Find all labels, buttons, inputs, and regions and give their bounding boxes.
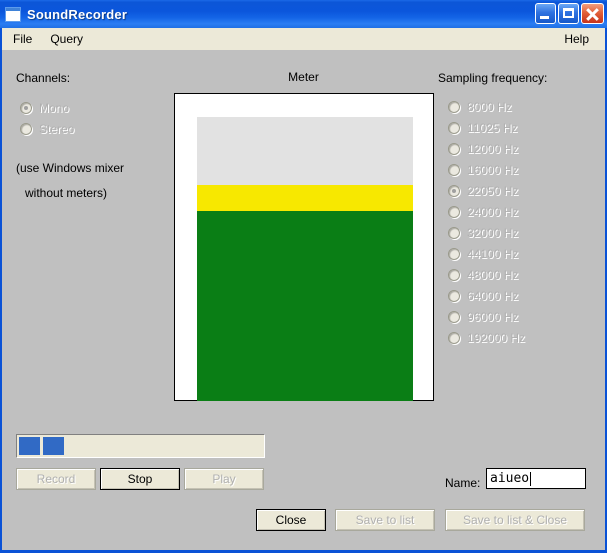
radio-freq-8000-dot <box>448 101 460 113</box>
title-bar: SoundRecorder <box>0 0 607 28</box>
radio-stereo-label: Stereo <box>39 122 75 136</box>
radio-freq-192000[interactable]: 192000 Hz <box>448 331 525 345</box>
menu-item-query[interactable]: Query <box>43 30 90 48</box>
radio-mono-label: Mono <box>39 101 70 115</box>
progress-chunk <box>43 437 64 455</box>
radio-freq-192000-dot <box>448 332 460 344</box>
meter-segment-headroom <box>197 117 413 185</box>
mixer-note-line-2: without meters) <box>25 186 108 200</box>
radio-mono[interactable]: Mono <box>20 101 69 115</box>
menu-item-file[interactable]: File <box>6 30 39 48</box>
record-button[interactable]: Record <box>16 468 96 490</box>
radio-freq-48000-dot <box>448 269 460 281</box>
radio-freq-22050[interactable]: 22050 Hz <box>448 184 518 198</box>
menu-bar: File Query Help <box>2 28 605 50</box>
window-controls <box>535 3 604 24</box>
radio-freq-44100[interactable]: 44100 Hz <box>448 247 518 261</box>
app-window-icon <box>5 6 21 22</box>
menu-item-help[interactable]: Help <box>557 30 596 48</box>
radio-freq-12000[interactable]: 12000 Hz <box>448 142 518 156</box>
radio-freq-32000-dot <box>448 227 460 239</box>
name-input-value: aiueo <box>490 471 530 486</box>
radio-freq-8000[interactable]: 8000 Hz <box>448 100 512 114</box>
stop-button[interactable]: Stop <box>100 468 180 490</box>
sampling-frequency-heading: Sampling frequency: <box>438 71 548 85</box>
name-label: Name: <box>445 476 481 490</box>
radio-freq-96000[interactable]: 96000 Hz <box>448 310 518 324</box>
radio-freq-16000-dot <box>448 164 460 176</box>
radio-freq-44100-dot <box>448 248 460 260</box>
radio-freq-24000-dot <box>448 206 460 218</box>
radio-freq-96000-label: 96000 Hz <box>467 310 519 324</box>
radio-freq-12000-dot <box>448 143 460 155</box>
window-title: SoundRecorder <box>27 6 128 22</box>
radio-freq-64000-label: 64000 Hz <box>467 289 519 303</box>
client-area: Channels: Mono Stereo (use Windows mixer… <box>2 50 605 550</box>
radio-freq-48000-label: 48000 Hz <box>467 268 519 282</box>
meter-segment-warning <box>197 185 413 211</box>
radio-freq-24000-label: 24000 Hz <box>467 205 519 219</box>
meter-segment-level <box>197 211 413 401</box>
mixer-note-line-1: (use Windows mixer <box>16 161 125 175</box>
radio-freq-24000[interactable]: 24000 Hz <box>448 205 518 219</box>
recording-progress-bar <box>16 434 265 458</box>
radio-stereo[interactable]: Stereo <box>20 122 74 136</box>
minimize-icon[interactable] <box>535 3 556 24</box>
radio-freq-192000-label: 192000 Hz <box>467 331 526 345</box>
sound-recorder-window: SoundRecorder File Query Help Channels: … <box>0 0 607 553</box>
save-to-list-and-close-button[interactable]: Save to list & Close <box>445 509 585 531</box>
text-caret <box>530 471 532 486</box>
play-button[interactable]: Play <box>184 468 264 490</box>
radio-freq-64000[interactable]: 64000 Hz <box>448 289 518 303</box>
radio-freq-12000-label: 12000 Hz <box>467 142 519 156</box>
radio-freq-44100-label: 44100 Hz <box>467 247 519 261</box>
radio-freq-16000[interactable]: 16000 Hz <box>448 163 518 177</box>
radio-freq-11025-label: 11025 Hz <box>467 121 518 135</box>
maximize-icon[interactable] <box>558 3 579 24</box>
radio-mono-dot <box>20 102 32 114</box>
meter-bar <box>197 117 413 401</box>
radio-freq-16000-label: 16000 Hz <box>467 163 519 177</box>
meter-display <box>174 93 434 401</box>
save-to-list-button[interactable]: Save to list <box>335 509 435 531</box>
radio-freq-22050-label: 22050 Hz <box>467 184 519 198</box>
radio-stereo-dot <box>20 123 32 135</box>
name-input[interactable]: aiueo <box>486 468 586 489</box>
radio-freq-48000[interactable]: 48000 Hz <box>448 268 518 282</box>
radio-freq-32000[interactable]: 32000 Hz <box>448 226 518 240</box>
radio-freq-11025-dot <box>448 122 460 134</box>
progress-chunk <box>19 437 40 455</box>
close-button[interactable]: Close <box>256 509 326 531</box>
radio-freq-96000-dot <box>448 311 460 323</box>
radio-freq-22050-dot <box>448 185 460 197</box>
close-icon[interactable] <box>581 3 604 24</box>
radio-freq-64000-dot <box>448 290 460 302</box>
radio-freq-8000-label: 8000 Hz <box>467 100 512 114</box>
radio-freq-32000-label: 32000 Hz <box>467 226 519 240</box>
radio-freq-11025[interactable]: 11025 Hz <box>448 121 517 135</box>
